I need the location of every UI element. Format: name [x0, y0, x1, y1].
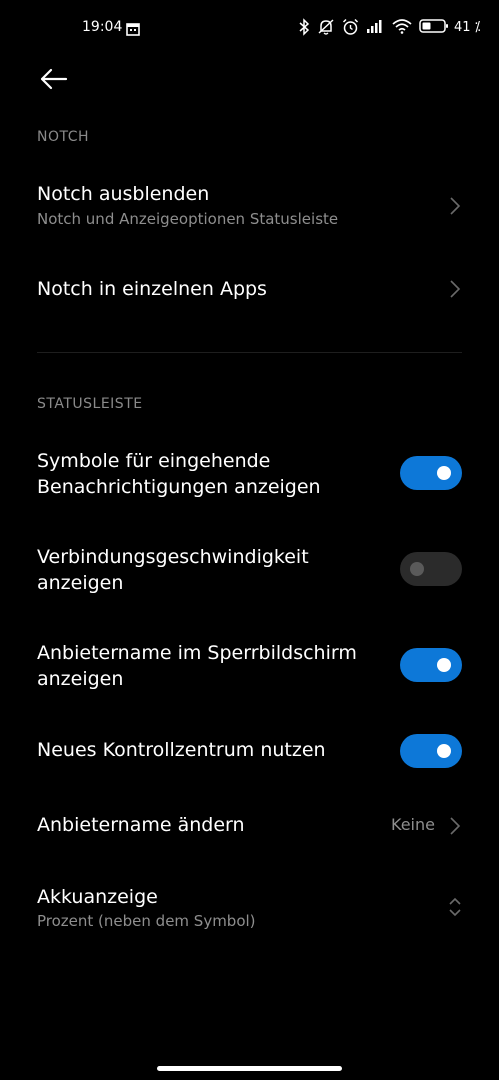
section-header-notch: NOTCH	[37, 129, 90, 145]
setting-title-line-1: Symbole für eingehende	[37, 450, 271, 472]
setting-title-line-2: Benachrichtigungen anzeigen	[37, 476, 321, 498]
signal-icon	[367, 20, 382, 33]
toggle-knob	[437, 466, 451, 480]
setting-title-line-1: Anbietername im Sperrbildschirm	[37, 642, 357, 664]
battery-icon	[419, 19, 448, 33]
home-indicator[interactable]	[157, 1066, 342, 1071]
connection-speed-toggle[interactable]	[400, 552, 462, 586]
setting-change-carrier-name[interactable]: Anbietername ändern Keine	[0, 804, 499, 848]
section-divider	[37, 352, 462, 353]
setting-title: Notch ausblenden	[37, 183, 210, 205]
setting-notch-per-app[interactable]: Notch in einzelnen Apps	[0, 268, 499, 312]
setting-notification-icons[interactable]: Symbole für eingehende Benachrichtigunge…	[0, 446, 499, 506]
setting-new-control-center[interactable]: Neues Kontrollzentrum nutzen	[0, 730, 499, 774]
chevron-right-icon	[450, 817, 461, 835]
mute-icon	[318, 19, 334, 35]
setting-title: Akkuanzeige	[37, 886, 158, 908]
alarm-icon	[342, 18, 359, 35]
carrier-name-lockscreen-toggle[interactable]	[400, 648, 462, 682]
setting-title: Anbietername ändern	[37, 814, 245, 836]
new-control-center-toggle[interactable]	[400, 734, 462, 768]
toggle-knob	[410, 562, 424, 576]
wifi-icon	[392, 19, 412, 34]
setting-hide-notch[interactable]: Notch ausblenden Notch und Anzeigeoption…	[0, 176, 499, 240]
setting-battery-indicator[interactable]: Akkuanzeige Prozent (neben dem Symbol)	[0, 878, 499, 942]
calendar-icon	[126, 21, 140, 40]
setting-carrier-name-lockscreen[interactable]: Anbietername im Sperrbildschirm anzeigen	[0, 638, 499, 698]
toggle-knob	[437, 744, 451, 758]
chevron-right-icon	[450, 280, 461, 298]
chevron-up-down-icon	[449, 897, 461, 917]
setting-title: Neues Kontrollzentrum nutzen	[37, 739, 326, 761]
bluetooth-icon	[299, 18, 310, 36]
setting-subtitle: Prozent (neben dem Symbol)	[37, 912, 256, 930]
setting-value: Keine	[391, 815, 435, 834]
setting-title-line-2: anzeigen	[37, 572, 124, 594]
setting-title-line-2: anzeigen	[37, 668, 124, 690]
clock: 19:04	[82, 19, 123, 35]
setting-connection-speed[interactable]: Verbindungsgeschwindigkeit anzeigen	[0, 542, 499, 602]
section-header-status-bar: STATUSLEISTE	[37, 396, 143, 412]
toggle-knob	[437, 658, 451, 672]
back-button[interactable]	[36, 64, 72, 94]
arrow-left-icon	[40, 68, 68, 90]
notification-icons-toggle[interactable]	[400, 456, 462, 490]
setting-title: Notch in einzelnen Apps	[37, 278, 267, 300]
battery-percent: 41 ⁒	[454, 20, 481, 35]
status-bar: 19:04 41 ⁒	[0, 0, 499, 56]
setting-title-line-1: Verbindungsgeschwindigkeit	[37, 546, 309, 568]
setting-subtitle: Notch und Anzeigeoptionen Statusleiste	[37, 210, 339, 228]
chevron-right-icon	[450, 197, 461, 215]
